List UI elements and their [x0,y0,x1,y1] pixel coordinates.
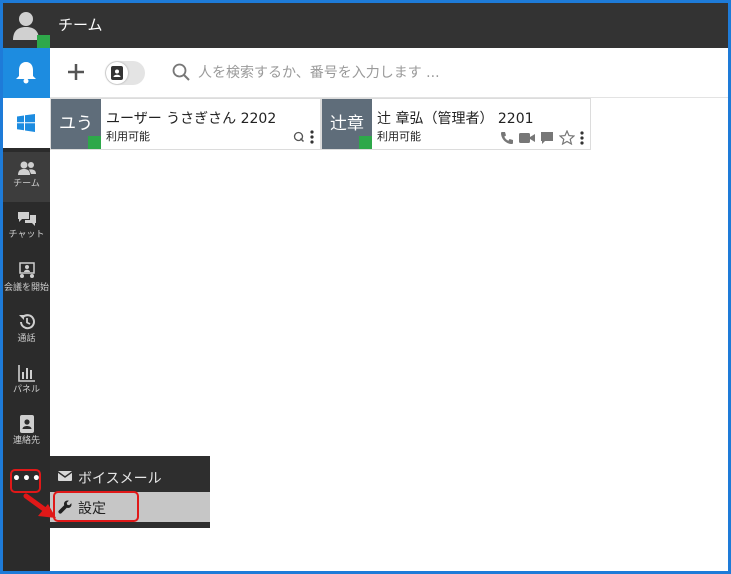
sidebar-item-meeting[interactable]: 会議を開始 [3,254,50,304]
history-icon [18,314,35,330]
more-button[interactable]: ••• [10,469,41,493]
presence-indicator [37,35,50,48]
add-icon[interactable] [64,60,88,84]
search-icon [172,63,190,81]
video-icon[interactable] [519,132,535,144]
contacts-toggle[interactable] [105,61,145,85]
toggle-knob [106,62,128,84]
user-avatar[interactable] [3,3,50,48]
phone-icon[interactable] [500,131,514,145]
star-icon[interactable] [559,130,575,145]
sidebar-item-label: チーム [13,179,40,189]
sidebar: チーム チャット 会議を開始 通話 パネル 連絡先 ••• [3,48,50,571]
sidebar-item-label: 通話 [17,334,36,344]
bell-icon [16,62,36,84]
presence-indicator [88,136,101,149]
meeting-icon [18,262,35,278]
sidebar-item-chat[interactable]: チャット [3,203,50,253]
queue-icon[interactable] [293,131,305,143]
windows-app-button[interactable] [3,98,50,148]
sidebar-item-label: 会議を開始 [3,283,49,293]
windows-icon [17,114,35,132]
contact-name: 辻 章弘（管理者） 2201 [377,111,534,127]
sidebar-item-label: 連絡先 [12,436,40,446]
presence-indicator [359,136,372,149]
contact-actions [293,130,314,144]
contact-status: 利用可能 [106,130,150,143]
contact-name: ユーザー うさぎさん 2202 [106,111,277,127]
sidebar-item-contacts[interactable]: 連絡先 [3,407,50,457]
chat-icon [17,212,36,226]
menu-item-voicemail[interactable]: ボイスメール [50,462,210,492]
sidebar-item-panel[interactable]: パネル [3,356,50,406]
sidebar-item-calls[interactable]: 通話 [3,305,50,355]
notifications-button[interactable] [3,48,50,98]
chat-icon[interactable] [540,131,554,145]
contact-card-icon [111,66,123,80]
sidebar-item-label: パネル [12,385,40,395]
settings-highlight [53,491,139,522]
contact-status: 利用可能 [377,130,421,143]
contacts-icon [19,415,34,433]
toolbar [50,48,728,98]
envelope-icon [58,471,72,481]
search-input[interactable] [198,62,618,84]
sidebar-item-label: チャット [8,230,45,240]
contact-card[interactable]: 辻章 辻 章弘（管理者） 2201 利用可能 [321,98,591,150]
contact-card[interactable]: ユう ユーザー うさぎさん 2202 利用可能 [50,98,321,150]
page-title: チーム [58,16,103,34]
team-icon [17,161,36,175]
menu-item-label: ボイスメール [78,471,162,487]
panel-icon [17,365,35,382]
more-options-icon[interactable] [310,130,314,144]
person-icon [13,12,39,40]
more-options-icon[interactable] [580,130,584,145]
top-bar: チーム [3,3,728,48]
contact-actions [500,130,584,145]
sidebar-item-team[interactable]: チーム [3,152,50,202]
